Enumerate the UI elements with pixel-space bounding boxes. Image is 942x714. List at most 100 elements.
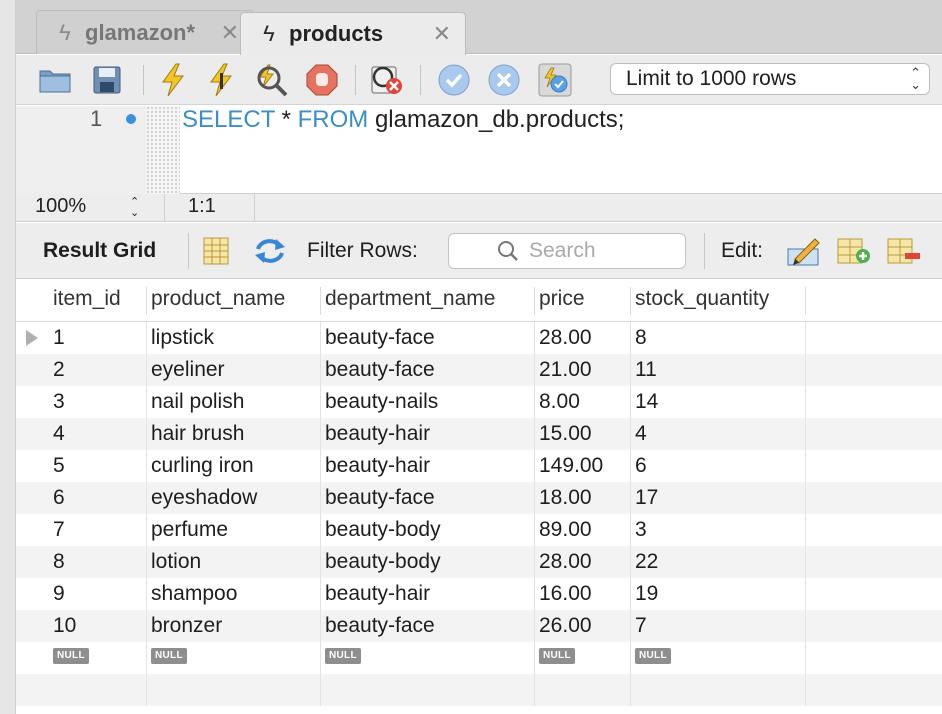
column-header-department-name[interactable]: department_name	[320, 287, 535, 315]
form-view-icon[interactable]	[199, 234, 233, 268]
edit-cell-icon[interactable]	[787, 234, 821, 268]
close-icon[interactable]: ✕	[221, 20, 239, 46]
table-row[interactable]: 6 eyeshadow beauty-face 18.00 17	[16, 482, 942, 514]
cell-stock-quantity[interactable]: 11	[630, 354, 806, 386]
refresh-icon[interactable]	[253, 234, 287, 268]
table-row[interactable]: 3 nail polish beauty-nails 8.00 14	[16, 386, 942, 418]
cell-stock-quantity[interactable]: 3	[630, 514, 806, 546]
cell-department-name[interactable]: beauty-nails	[320, 386, 535, 418]
zoom-level[interactable]: 100%	[35, 195, 86, 218]
close-icon[interactable]: ✕	[433, 21, 451, 47]
toggle-error-icon[interactable]	[370, 63, 404, 97]
cell-department-name[interactable]: beauty-body	[320, 546, 535, 578]
execute-current-icon[interactable]	[204, 63, 238, 97]
column-header-stock-quantity[interactable]: stock_quantity	[630, 287, 806, 315]
cell-department-name[interactable]: beauty-face	[320, 482, 535, 514]
table-row[interactable]: 7 perfume beauty-body 89.00 3	[16, 514, 942, 546]
cell-stock-quantity[interactable]: NULL	[630, 642, 806, 674]
column-header-price[interactable]: price	[534, 287, 631, 315]
cell-price[interactable]: 28.00	[534, 546, 631, 578]
cell-stock-quantity[interactable]: 19	[630, 578, 806, 610]
cell-stock-quantity[interactable]: 7	[630, 610, 806, 642]
cell-stock-quantity[interactable]: 14	[630, 386, 806, 418]
result-grid-tab[interactable]: Result Grid	[43, 239, 156, 263]
column-header-item-id[interactable]: item_id	[48, 287, 147, 315]
cell-product-name[interactable]: eyeshadow	[146, 482, 321, 514]
cell-price[interactable]: 8.00	[534, 386, 631, 418]
delete-row-icon[interactable]	[887, 234, 921, 268]
cell-item-id[interactable]: 8	[48, 546, 147, 578]
save-icon[interactable]	[90, 63, 124, 97]
cell-department-name[interactable]: beauty-face	[320, 354, 535, 386]
explain-icon[interactable]	[254, 63, 288, 97]
cell-price[interactable]: 149.00	[534, 450, 631, 482]
sql-editor[interactable]: 1 SELECT * FROM glamazon_db.products;	[16, 106, 942, 194]
cell-product-name[interactable]: eyeliner	[146, 354, 321, 386]
cell-item-id[interactable]: 4	[48, 418, 147, 450]
tab-glamazon[interactable]: ϟ glamazon* ✕	[36, 10, 254, 54]
cell-item-id[interactable]: NULL	[48, 642, 147, 674]
table-row[interactable]: 8 lotion beauty-body 28.00 22	[16, 546, 942, 578]
cell-item-id[interactable]: 6	[48, 482, 147, 514]
cell-department-name[interactable]: beauty-body	[320, 514, 535, 546]
cell-price[interactable]: 28.00	[534, 322, 631, 354]
cell-stock-quantity[interactable]: 17	[630, 482, 806, 514]
table-row[interactable]: 1 lipstick beauty-face 28.00 8	[16, 322, 942, 354]
tab-products[interactable]: ϟ products ✕	[240, 12, 466, 55]
cell-stock-quantity[interactable]: 8	[630, 322, 806, 354]
cell-item-id[interactable]: 10	[48, 610, 147, 642]
search-input[interactable]	[529, 238, 679, 264]
cell-price[interactable]: 15.00	[534, 418, 631, 450]
cell-product-name[interactable]: lipstick	[146, 322, 321, 354]
open-folder-icon[interactable]	[38, 63, 72, 97]
table-row[interactable]: 9 shampoo beauty-hair 16.00 19	[16, 578, 942, 610]
cell-product-name[interactable]: nail polish	[146, 386, 321, 418]
table-row[interactable]: 10 bronzer beauty-face 26.00 7	[16, 610, 942, 642]
table-row[interactable]: 2 eyeliner beauty-face 21.00 11	[16, 354, 942, 386]
cell-price[interactable]: NULL	[534, 642, 631, 674]
cell-product-name[interactable]: hair brush	[146, 418, 321, 450]
rollback-icon[interactable]	[487, 63, 521, 97]
cell-stock-quantity[interactable]: 22	[630, 546, 806, 578]
new-row[interactable]: NULL NULL NULL NULL NULL	[16, 642, 942, 674]
cell-item-id[interactable]: 9	[48, 578, 147, 610]
execute-icon[interactable]	[156, 63, 190, 97]
cell-price[interactable]: 16.00	[534, 578, 631, 610]
cell-price[interactable]: 18.00	[534, 482, 631, 514]
cell-product-name[interactable]: bronzer	[146, 610, 321, 642]
cell-department-name[interactable]: beauty-hair	[320, 450, 535, 482]
cell-product-name[interactable]: NULL	[146, 642, 321, 674]
cell-department-name[interactable]: beauty-face	[320, 610, 535, 642]
sql-statement[interactable]: SELECT * FROM glamazon_db.products;	[182, 106, 624, 134]
cell-stock-quantity[interactable]: 6	[630, 450, 806, 482]
zoom-stepper-icon[interactable]: ⌃ ⌄	[130, 197, 139, 219]
cell-item-id[interactable]: 3	[48, 386, 147, 418]
cell-product-name[interactable]: perfume	[146, 514, 321, 546]
cell-stock-quantity[interactable]: 4	[630, 418, 806, 450]
cell-department-name[interactable]: NULL	[320, 642, 535, 674]
cell-product-name[interactable]: curling iron	[146, 450, 321, 482]
cell-item-id[interactable]: 1	[48, 322, 147, 354]
limit-rows-select[interactable]: Limit to 1000 rows ⌃ ⌄	[610, 63, 930, 95]
cell-price[interactable]: 89.00	[534, 514, 631, 546]
cell-price[interactable]: 26.00	[534, 610, 631, 642]
cell-product-name[interactable]: shampoo	[146, 578, 321, 610]
cell-product-name[interactable]: lotion	[146, 546, 321, 578]
cell-department-name[interactable]: beauty-hair	[320, 578, 535, 610]
stop-icon[interactable]	[305, 63, 339, 97]
table-row[interactable]: 5 curling iron beauty-hair 149.00 6	[16, 450, 942, 482]
autocommit-icon[interactable]	[538, 63, 572, 97]
cell-item-id[interactable]: 5	[48, 450, 147, 482]
table-row[interactable]: 4 hair brush beauty-hair 15.00 4	[16, 418, 942, 450]
add-row-icon[interactable]	[837, 234, 871, 268]
cell-price[interactable]: 21.00	[534, 354, 631, 386]
cell-item-id[interactable]: 2	[48, 354, 147, 386]
empty-cell	[48, 674, 147, 706]
column-header-product-name[interactable]: product_name	[146, 287, 321, 315]
statement-marker-icon[interactable]	[126, 114, 136, 124]
cell-department-name[interactable]: beauty-face	[320, 322, 535, 354]
commit-icon[interactable]	[437, 63, 471, 97]
cell-department-name[interactable]: beauty-hair	[320, 418, 535, 450]
cell-item-id[interactable]: 7	[48, 514, 147, 546]
filter-rows-field[interactable]	[448, 233, 686, 269]
